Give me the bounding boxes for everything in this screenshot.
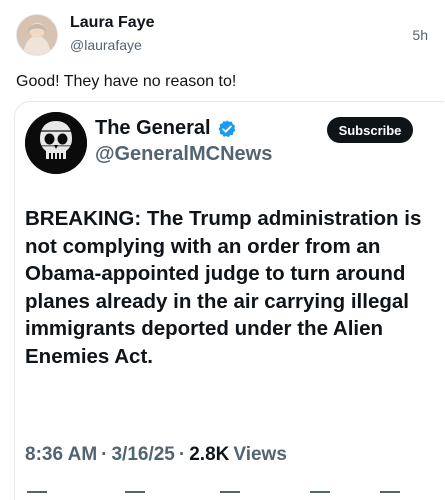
subscribe-button: Subscribe: [327, 117, 413, 143]
meta-separator: ·: [101, 444, 108, 465]
embed-time: 8:36 AM: [25, 444, 98, 465]
embed-views-count: 2.8K: [189, 444, 230, 465]
embed-views-label: Views: [233, 444, 287, 465]
embed-action-bar: [25, 491, 425, 500]
embed-avatar: [25, 112, 87, 174]
author-name[interactable]: Laura Faye: [70, 14, 154, 32]
verified-badge-icon: [217, 119, 237, 139]
embed-handle: @GeneralMCNews: [95, 143, 273, 165]
repost-icon: [125, 491, 145, 500]
embed-metadata: 8:36 AM · 3/16/25 · 2.8K Views: [25, 444, 287, 466]
bookmark-icon: [310, 491, 330, 500]
embed-body-text: BREAKING: The Trump administration is no…: [25, 207, 422, 368]
post-card: Laura Faye @laurafaye 5h Good! They have…: [0, 0, 445, 500]
embed-display-name: The General: [95, 117, 211, 139]
post-timestamp[interactable]: 5h: [412, 27, 428, 43]
author-handle[interactable]: @laurafaye: [70, 37, 142, 53]
post-text: Good! They have no reason to!: [16, 73, 237, 90]
embed-name-row: The General: [95, 117, 237, 140]
embed-date: 3/16/25: [111, 444, 175, 465]
like-icon: [220, 491, 240, 500]
embedded-post-screenshot[interactable]: The General @GeneralMCNews Subscribe BRE…: [14, 101, 444, 500]
reply-icon: [27, 491, 47, 500]
meta-separator: ·: [178, 444, 186, 465]
share-icon: [380, 491, 400, 500]
author-avatar[interactable]: [16, 14, 58, 56]
